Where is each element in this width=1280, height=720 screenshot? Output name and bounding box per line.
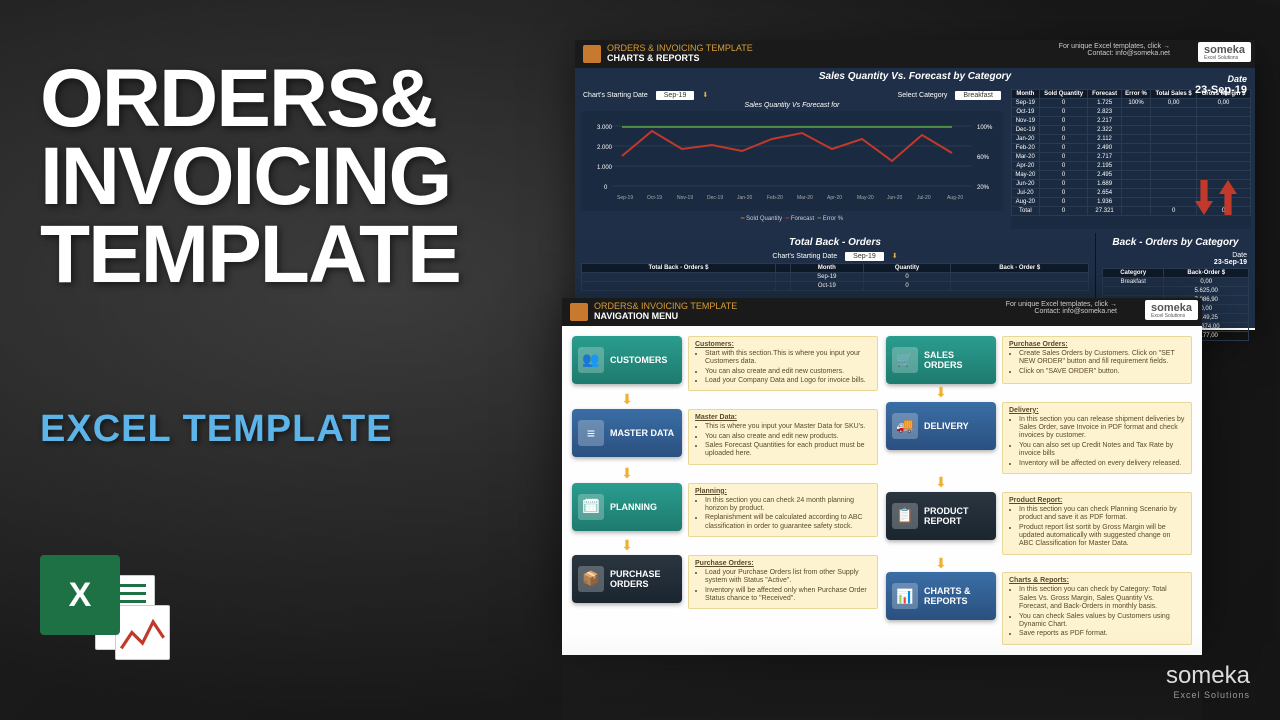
- nav-button-purchase-orders[interactable]: 📦PURCHASE ORDERS: [572, 555, 682, 603]
- svg-text:60%: 60%: [977, 155, 990, 161]
- back-orders-table: Total Back - Orders $MonthQuantityBack -…: [581, 263, 1089, 291]
- nav-header: ORDERS& INVOICING TEMPLATE NAVIGATION ME…: [562, 298, 1202, 326]
- svg-text:100%: 100%: [977, 125, 993, 131]
- nav-button-charts-&-reports[interactable]: 📊CHARTS & REPORTS: [886, 572, 996, 620]
- charts-header: ORDERS & INVOICING TEMPLATE CHARTS & REP…: [575, 40, 1255, 68]
- hero-subtitle: EXCEL TEMPLATE: [40, 408, 393, 451]
- chart-legend: ━ Sold Quantity ━ Forecast ━ Error %: [579, 213, 1005, 224]
- hero-title: ORDERS& INVOICING TEMPLATE: [40, 60, 460, 294]
- svg-text:3.000: 3.000: [597, 125, 613, 131]
- nav-button-delivery[interactable]: 🚚DELIVERY: [886, 402, 996, 450]
- bo-start-input[interactable]: Sep-19: [845, 252, 884, 261]
- navigation-panel: ORDERS& INVOICING TEMPLATE NAVIGATION ME…: [562, 298, 1202, 628]
- svg-text:Apr-20: Apr-20: [827, 195, 842, 201]
- nav-description: Purchase Orders:Create Sales Orders by C…: [1002, 336, 1192, 384]
- flow-arrow-icon: ⬇: [617, 395, 637, 405]
- svg-text:0: 0: [604, 185, 608, 191]
- nav-description: Master Data:This is where you input your…: [688, 409, 878, 465]
- nav-button-customers[interactable]: 👥CUSTOMERS: [572, 336, 682, 384]
- nav-icon: 📋: [892, 503, 918, 529]
- reflection: [562, 630, 1202, 720]
- nav-description: Purchase Orders:Load your Purchase Order…: [688, 555, 878, 610]
- svg-text:Jun-20: Jun-20: [887, 195, 903, 201]
- svg-text:Oct-19: Oct-19: [647, 195, 662, 201]
- chart-subtitle: Sales Quantity Vs Forecast for: [579, 102, 1005, 109]
- svg-text:Jul-20: Jul-20: [917, 195, 931, 201]
- nav-button-sales-orders[interactable]: 🛒SALES ORDERS: [886, 336, 996, 384]
- nav-description: Product Report:In this section you can c…: [1002, 492, 1192, 555]
- title-line3: TEMPLATE: [40, 216, 460, 294]
- nav-link[interactable]: For unique Excel templates, click → Cont…: [1006, 301, 1117, 315]
- flow-arrow-icon: ⬇: [931, 478, 951, 488]
- category-select[interactable]: Breakfast: [955, 91, 1001, 100]
- bo-start-label: Chart's Starting Date: [772, 253, 837, 260]
- flow-arrow-icon: ⬇: [931, 559, 951, 569]
- nav-button-planning[interactable]: 🗓PLANNING: [572, 483, 682, 531]
- start-date-label: Chart's Starting Date: [583, 92, 648, 99]
- charts-panel: ORDERS & INVOICING TEMPLATE CHARTS & REP…: [575, 40, 1255, 330]
- flow-arrow-icon: ⬇: [931, 388, 951, 398]
- title-line1: ORDERS&: [40, 60, 460, 138]
- brand-logo: someka Excel Solutions: [1166, 662, 1250, 700]
- svg-text:2.000: 2.000: [597, 145, 613, 151]
- nav-header-t2: NAVIGATION MENU: [594, 312, 737, 322]
- nav-icon: 🛒: [892, 347, 918, 373]
- box-icon: [583, 45, 601, 63]
- start-date-input[interactable]: Sep-19: [656, 91, 695, 100]
- nav-description: Customers:Start with this section.This i…: [688, 336, 878, 392]
- someka-badge: somekaExcel Solutions: [1198, 42, 1251, 62]
- nav-button-product-report[interactable]: 📋PRODUCT REPORT: [886, 492, 996, 540]
- nav-icon: ≡: [578, 420, 604, 446]
- nav-button-master-data[interactable]: ≡MASTER DATA: [572, 409, 682, 457]
- svg-text:Nov-19: Nov-19: [677, 195, 693, 201]
- svg-text:Mar-20: Mar-20: [797, 195, 813, 201]
- flow-arrow-icon: ⬇: [617, 541, 637, 551]
- excel-icon: X: [40, 555, 170, 675]
- charts-header-t2: CHARTS & REPORTS: [607, 54, 753, 64]
- svg-text:Dec-19: Dec-19: [707, 195, 723, 201]
- chart-title: Sales Quantity Vs. Forecast by Category: [575, 68, 1255, 85]
- charts-link[interactable]: For unique Excel templates, click → Cont…: [1059, 43, 1170, 57]
- nav-description: Delivery:In this section you can release…: [1002, 402, 1192, 474]
- svg-text:May-20: May-20: [857, 195, 874, 201]
- nav-icon: 📦: [578, 566, 604, 592]
- svg-text:Sep-19: Sep-19: [617, 195, 633, 201]
- arrow-down-icon: [1195, 180, 1213, 215]
- svg-text:Aug-20: Aug-20: [947, 195, 963, 201]
- nav-icon: 🚚: [892, 413, 918, 439]
- chart-area: 3.000 2.000 1.000 0 100% 60% 20% Sep-19 O…: [581, 111, 1003, 211]
- someka-badge: somekaExcel Solutions: [1145, 300, 1198, 320]
- nav-description: Planning:In this section you can check 2…: [688, 483, 878, 538]
- svg-text:1.000: 1.000: [597, 165, 613, 171]
- svg-text:Jan-20: Jan-20: [737, 195, 753, 201]
- nav-icon: 📊: [892, 583, 918, 609]
- bo-cat-title: Back - Orders by Category: [1102, 235, 1249, 250]
- arrow-up-icon: [1219, 180, 1237, 215]
- nav-icon: 👥: [578, 347, 604, 373]
- back-orders-title: Total Back - Orders: [581, 235, 1089, 250]
- nav-icon: 🗓: [578, 494, 604, 520]
- title-line2: INVOICING: [40, 138, 460, 216]
- svg-text:Feb-20: Feb-20: [767, 195, 783, 201]
- box-icon: [570, 303, 588, 321]
- date-box: Date 23-Sep-19: [1195, 74, 1247, 96]
- trend-arrows: [1195, 180, 1237, 215]
- svg-text:20%: 20%: [977, 185, 990, 191]
- category-label: Select Category: [898, 92, 948, 99]
- flow-arrow-icon: ⬇: [617, 469, 637, 479]
